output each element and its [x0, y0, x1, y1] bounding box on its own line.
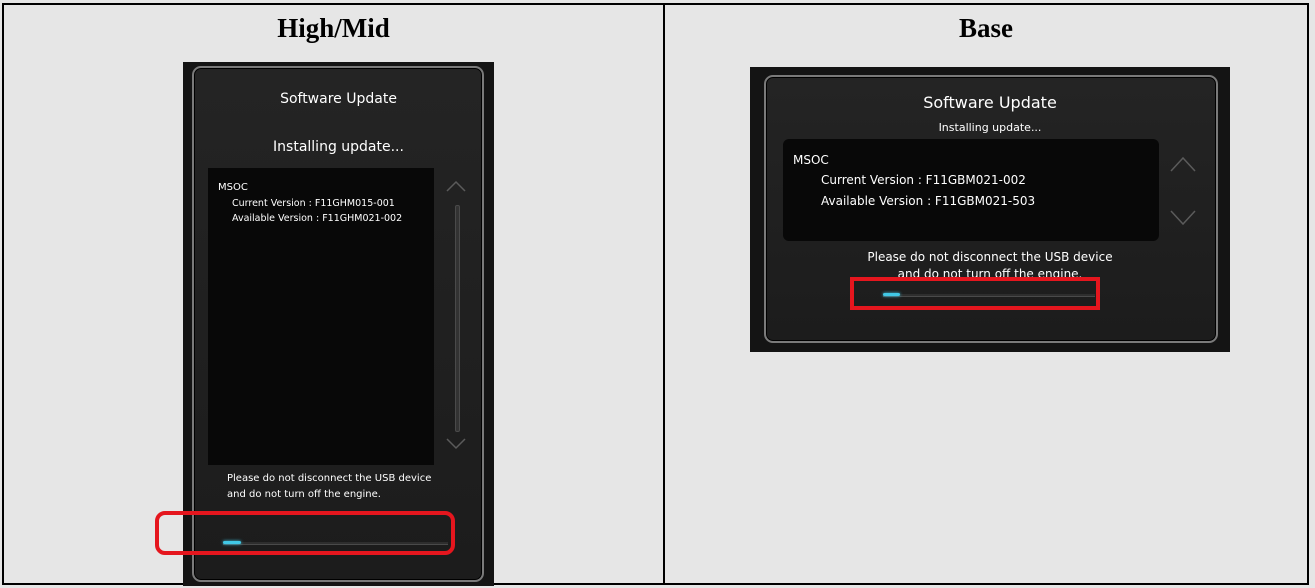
column-heading-high-mid: High/Mid: [277, 13, 390, 43]
comparison-table: High/Mid Base Software Update Installing…: [2, 3, 1309, 586]
chevron-up-icon[interactable]: [446, 180, 466, 192]
warning-line-1: Please do not disconnect the USB device: [867, 250, 1113, 264]
progress-highlight: [850, 277, 1100, 310]
chevron-up-icon[interactable]: [1170, 156, 1196, 172]
module-name: MSOC: [793, 153, 829, 167]
screen-title: Software Update: [923, 93, 1057, 112]
warning-line-2-clip: and do not turn off the engine.: [750, 267, 1230, 277]
status-text: Installing update...: [938, 121, 1042, 134]
module-name: MSOC: [218, 182, 248, 193]
high-mid-screen: Software Update Installing update... MSO…: [183, 62, 494, 586]
current-version: Current Version : F11GHM015-001: [232, 198, 395, 209]
current-version: Current Version : F11GBM021-002: [821, 173, 1026, 187]
version-panel: MSOC Current Version : F11GBM021-002 Ava…: [783, 139, 1159, 241]
screen-title: Software Update: [280, 91, 397, 107]
available-version: Available Version : F11GHM021-002: [232, 213, 403, 224]
progress-highlight: [155, 511, 455, 555]
column-heading-base: Base: [959, 13, 1013, 43]
version-panel: MSOC Current Version : F11GHM015-001 Ava…: [208, 168, 434, 465]
status-text: Installing update...: [273, 139, 404, 155]
warning-line-2: and do not turn off the engine.: [897, 267, 1083, 277]
chevron-down-icon[interactable]: [1170, 210, 1196, 226]
warning-line-1: Please do not disconnect the USB device: [227, 473, 432, 484]
column-divider: [663, 5, 665, 583]
scrollbar[interactable]: [455, 205, 460, 432]
chevron-down-icon[interactable]: [446, 438, 466, 450]
available-version: Available Version : F11GBM021-503: [821, 194, 1036, 208]
warning-line-2: and do not turn off the engine.: [227, 489, 381, 500]
